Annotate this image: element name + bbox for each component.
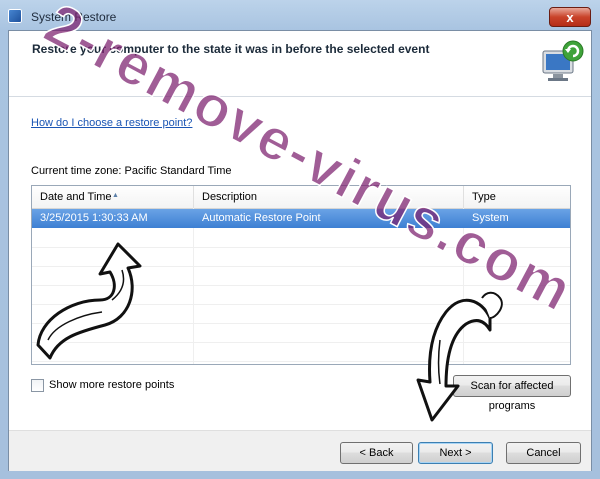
empty-row xyxy=(32,285,570,305)
window-title: System Restore xyxy=(31,10,117,24)
dialog-header: Restore your computer to the state it wa… xyxy=(9,31,591,95)
dialog-footer: < Back Next > Cancel xyxy=(9,430,591,471)
system-restore-app-icon xyxy=(8,9,22,23)
empty-row xyxy=(32,266,570,286)
table-header: Date and Time ▲ Description Type xyxy=(32,186,570,209)
column-header-label: Date and Time xyxy=(40,191,112,203)
timezone-label: Current time zone: Pacific Standard Time xyxy=(31,165,232,177)
table-row[interactable]: 3/25/2015 1:30:33 AM Automatic Restore P… xyxy=(32,209,570,228)
column-header-description[interactable]: Description xyxy=(194,186,464,208)
cancel-button[interactable]: Cancel xyxy=(506,442,581,464)
column-header-date-time[interactable]: Date and Time ▲ xyxy=(32,186,194,208)
help-link[interactable]: How do I choose a restore point? xyxy=(31,117,192,129)
sort-ascending-icon: ▲ xyxy=(112,192,119,199)
close-button[interactable]: x xyxy=(549,7,591,27)
empty-row xyxy=(32,247,570,267)
title-bar[interactable]: System Restore x xyxy=(0,0,600,30)
system-restore-window: System Restore x Restore your computer t… xyxy=(0,0,600,479)
empty-row xyxy=(32,304,570,324)
cell-date-time: 3/25/2015 1:30:33 AM xyxy=(40,212,148,224)
dialog-client-area: Restore your computer to the state it wa… xyxy=(8,30,592,471)
empty-row xyxy=(32,228,570,248)
empty-row xyxy=(32,342,570,362)
dialog-body: How do I choose a restore point? Current… xyxy=(9,97,591,430)
back-button[interactable]: < Back xyxy=(340,442,413,464)
column-header-type[interactable]: Type xyxy=(464,186,570,208)
restore-points-table[interactable]: Date and Time ▲ Description Type 3/25/20… xyxy=(31,185,571,365)
system-restore-icon xyxy=(542,40,584,81)
show-more-restore-points-checkbox[interactable] xyxy=(31,379,44,392)
cell-type: System xyxy=(472,212,509,224)
next-button[interactable]: Next > xyxy=(418,442,493,464)
page-title: Restore your computer to the state it wa… xyxy=(32,42,430,56)
empty-row xyxy=(32,323,570,343)
show-more-restore-points-label[interactable]: Show more restore points xyxy=(49,379,174,391)
scan-affected-programs-button[interactable]: Scan for affected programs xyxy=(453,375,571,412)
cell-description: Automatic Restore Point xyxy=(202,212,321,224)
